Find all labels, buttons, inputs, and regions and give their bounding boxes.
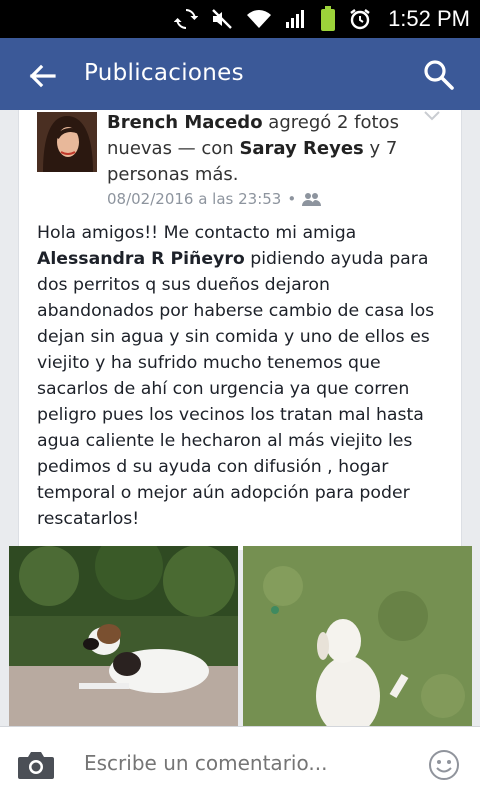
post-photo-1[interactable]	[9, 546, 238, 726]
post-text-2: pidiendo ayuda para dos perritos q sus d…	[37, 249, 435, 529]
post-text: Hola amigos!! Me contacto mi amiga	[37, 223, 357, 243]
author-avatar[interactable]	[37, 112, 97, 172]
post-timestamp[interactable]: 08/02/2016 a las 23:53	[107, 190, 281, 208]
wifi-icon	[247, 10, 272, 28]
sync-icon	[174, 9, 199, 29]
friends-audience-icon	[302, 193, 322, 206]
meta-separator: •	[287, 190, 297, 208]
signal-icon	[286, 10, 305, 28]
battery-icon	[321, 6, 336, 31]
avatar-image	[37, 112, 97, 172]
post-header: Brench Macedo agregó 2 fotos nuevas — co…	[107, 110, 407, 188]
status-time: 1:52 PM	[388, 6, 470, 31]
post-card: Brench Macedo agregó 2 fotos nuevas — co…	[18, 110, 462, 550]
emoji-icon[interactable]	[428, 749, 460, 781]
author-name[interactable]: Brench Macedo	[107, 112, 263, 133]
dog-photo-2	[243, 546, 472, 726]
dog-photo-1	[9, 546, 238, 726]
back-arrow-icon[interactable]	[24, 58, 60, 94]
search-icon[interactable]	[422, 58, 456, 92]
tagged-person[interactable]: Saray Reyes	[239, 138, 363, 159]
alarm-icon	[350, 9, 370, 30]
comment-input[interactable]	[84, 751, 404, 775]
chevron-down-icon[interactable]	[423, 110, 441, 122]
post-photo-2[interactable]	[243, 546, 472, 726]
status-icons: 1:52 PM	[174, 0, 470, 38]
comment-bar	[0, 726, 480, 800]
camera-icon[interactable]	[16, 749, 56, 781]
post-meta: 08/02/2016 a las 23:53 •	[107, 190, 322, 208]
mention-link[interactable]: Alessandra R Piñeyro	[37, 249, 245, 269]
app-bar: Publicaciones	[0, 38, 480, 110]
status-bar: 1:52 PM	[0, 0, 480, 38]
post-body: Hola amigos!! Me contacto mi amiga Aless…	[37, 220, 447, 532]
page-title: Publicaciones	[84, 60, 244, 86]
mute-icon	[212, 9, 232, 29]
